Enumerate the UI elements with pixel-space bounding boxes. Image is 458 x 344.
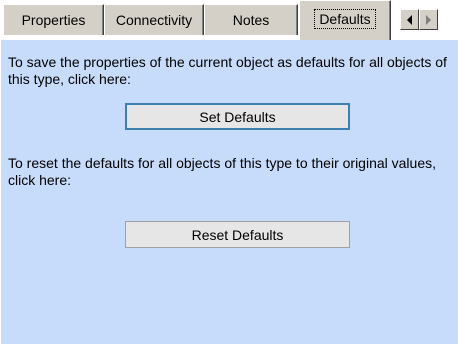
tab-properties[interactable]: Properties — [3, 4, 104, 35]
tab-defaults-focus-rect: Defaults — [314, 9, 376, 29]
defaults-panel: To save the properties of the current ob… — [0, 39, 458, 344]
scroll-left-button[interactable] — [400, 9, 419, 30]
reset-defaults-button[interactable]: Reset Defaults — [125, 221, 350, 248]
tab-defaults-label: Defaults — [319, 11, 371, 27]
set-defaults-button[interactable]: Set Defaults — [125, 103, 350, 130]
tab-properties-label: Properties — [21, 12, 86, 28]
reset-defaults-text: To reset the defaults for all objects of… — [8, 155, 437, 188]
tab-strip: Properties Connectivity Notes Defaults — [0, 0, 458, 40]
tab-notes[interactable]: Notes — [204, 4, 298, 35]
tab-connectivity-label: Connectivity — [115, 12, 193, 28]
tab-notes-label: Notes — [232, 12, 270, 28]
scroll-right-icon — [426, 14, 431, 25]
save-defaults-text: To save the properties of the current ob… — [8, 54, 447, 87]
tab-scroll-arrows — [400, 9, 438, 30]
scroll-left-icon — [407, 14, 412, 25]
tab-defaults[interactable]: Defaults — [299, 0, 391, 40]
tab-connectivity[interactable]: Connectivity — [104, 4, 204, 35]
scroll-right-button[interactable] — [419, 9, 438, 30]
